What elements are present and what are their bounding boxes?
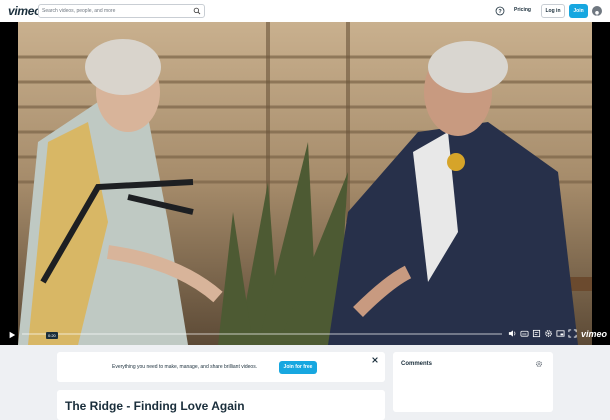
join-for-free-button[interactable]: Join for free <box>279 361 317 374</box>
search-icon[interactable] <box>193 7 201 15</box>
current-time: 0:20 <box>46 332 58 339</box>
close-icon[interactable] <box>371 356 379 364</box>
svg-text:CC: CC <box>522 332 526 336</box>
picture-in-picture-icon[interactable] <box>556 329 565 338</box>
search-input[interactable] <box>42 5 190 17</box>
video-title: The Ridge - Finding Love Again <box>65 399 245 413</box>
comments-title: Comments <box>401 361 433 367</box>
login-button[interactable]: Log in <box>541 4 565 18</box>
join-button[interactable]: Join <box>569 4 588 18</box>
fullscreen-icon[interactable] <box>568 329 577 338</box>
vimeo-logo[interactable]: vimeo <box>8 4 41 18</box>
banner-text: Everything you need to make, manage, and… <box>112 364 258 370</box>
top-nav-bar: vimeo ? Pricing Log in Join <box>0 0 610 23</box>
volume-icon[interactable] <box>508 329 517 338</box>
video-player[interactable]: 0:20 CC vimeo <box>0 22 610 345</box>
pricing-link[interactable]: Pricing <box>514 7 531 13</box>
join-banner: Everything you need to make, manage, and… <box>57 352 385 382</box>
help-icon[interactable]: ? <box>495 6 505 16</box>
transcript-icon[interactable] <box>532 329 541 338</box>
comments-settings-icon[interactable] <box>535 360 543 368</box>
captions-icon[interactable]: CC <box>520 329 529 338</box>
comments-panel: Comments <box>393 352 553 412</box>
player-controls: 0:20 CC vimeo <box>0 323 610 345</box>
progress-bar[interactable]: 0:20 <box>22 332 502 339</box>
svg-text:?: ? <box>498 9 502 15</box>
video-title-card: The Ridge - Finding Love Again <box>57 390 385 420</box>
vimeo-player-logo[interactable]: vimeo <box>581 329 607 339</box>
search-box[interactable] <box>38 4 205 18</box>
video-frame[interactable] <box>18 22 592 345</box>
avatar-icon[interactable] <box>592 6 602 16</box>
play-icon[interactable] <box>8 331 16 339</box>
settings-gear-icon[interactable] <box>544 329 553 338</box>
